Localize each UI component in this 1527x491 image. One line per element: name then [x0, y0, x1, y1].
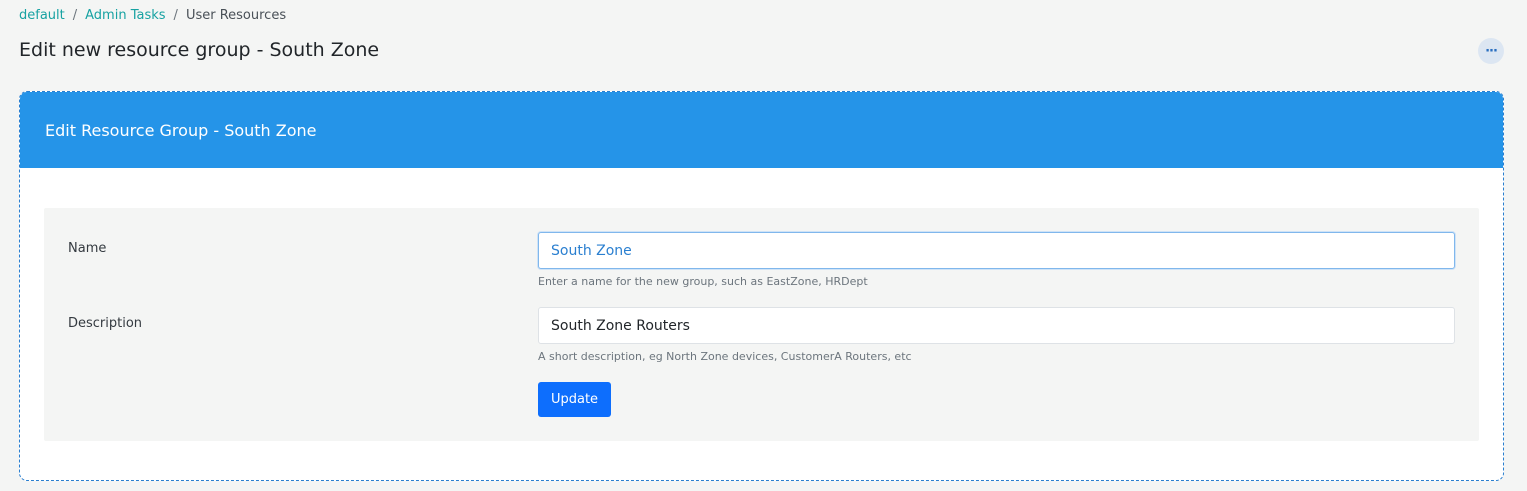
name-label: Name [68, 241, 107, 256]
resource-group-form: Name Enter a name for the new group, suc… [44, 208, 1479, 441]
breadcrumb-link-default[interactable]: default [19, 7, 65, 25]
breadcrumb-separator: / [72, 8, 78, 23]
edit-resource-group-card: Edit Resource Group - South Zone Name En… [19, 91, 1504, 481]
breadcrumb-link-admin-tasks[interactable]: Admin Tasks [85, 7, 165, 25]
more-options-button[interactable]: ··· [1478, 38, 1504, 64]
description-help-text: A short description, eg North Zone devic… [538, 350, 912, 363]
card-title: Edit Resource Group - South Zone [45, 120, 317, 140]
name-input[interactable] [538, 232, 1455, 269]
page-title: Edit new resource group - South Zone [19, 39, 380, 61]
description-label: Description [68, 316, 143, 331]
update-button[interactable]: Update [538, 382, 611, 417]
card-header: Edit Resource Group - South Zone [20, 92, 1503, 168]
description-input[interactable] [538, 307, 1455, 344]
name-help-text: Enter a name for the new group, such as … [538, 275, 868, 288]
breadcrumb-current: User Resources [185, 8, 287, 23]
more-horizontal-icon: ··· [1485, 43, 1498, 59]
breadcrumb: default / Admin Tasks / User Resources [19, 7, 286, 25]
breadcrumb-separator: / [173, 8, 178, 23]
